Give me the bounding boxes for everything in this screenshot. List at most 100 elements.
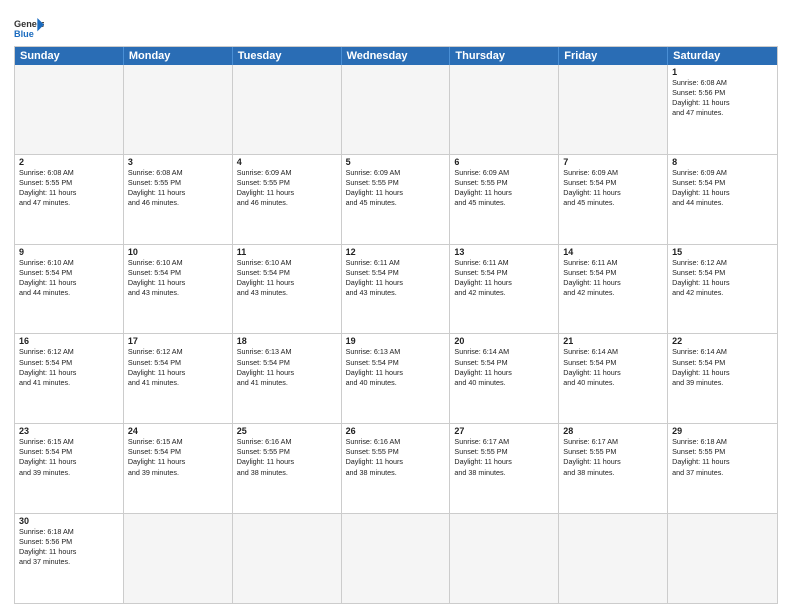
day-info: Sunrise: 6:18 AM Sunset: 5:56 PM Dayligh… [19,527,119,567]
calendar-cell: 22Sunrise: 6:14 AM Sunset: 5:54 PM Dayli… [668,334,777,423]
calendar-cell [233,514,342,603]
calendar-cell [450,514,559,603]
day-info: Sunrise: 6:10 AM Sunset: 5:54 PM Dayligh… [19,258,119,298]
day-info: Sunrise: 6:11 AM Sunset: 5:54 PM Dayligh… [346,258,446,298]
calendar-cell: 16Sunrise: 6:12 AM Sunset: 5:54 PM Dayli… [15,334,124,423]
calendar-cell: 29Sunrise: 6:18 AM Sunset: 5:55 PM Dayli… [668,424,777,513]
calendar-cell: 11Sunrise: 6:10 AM Sunset: 5:54 PM Dayli… [233,245,342,334]
day-info: Sunrise: 6:14 AM Sunset: 5:54 PM Dayligh… [454,347,554,387]
calendar-cell [559,65,668,154]
day-number: 18 [237,336,337,346]
calendar-cell: 28Sunrise: 6:17 AM Sunset: 5:55 PM Dayli… [559,424,668,513]
calendar-row-4: 23 Sunrise: 6:15 AM Sunset: 5:54 PM Dayli… [15,424,777,514]
day-number: 22 [672,336,773,346]
calendar-cell: 21Sunrise: 6:14 AM Sunset: 5:54 PM Dayli… [559,334,668,423]
day-info: Sunrise: 6:17 AM Sunset: 5:55 PM Dayligh… [563,437,663,477]
calendar-header-row: SundayMondayTuesdayWednesdayThursdayFrid… [15,47,777,65]
calendar-cell: 9Sunrise: 6:10 AM Sunset: 5:54 PM Daylig… [15,245,124,334]
day-number: 25 [237,426,337,436]
logo: General Blue [14,16,44,40]
calendar-cell: 25Sunrise: 6:16 AM Sunset: 5:55 PM Dayli… [233,424,342,513]
day-info: Sunrise: 6:09 AM Sunset: 5:55 PM Dayligh… [237,168,337,208]
calendar-cell [15,65,124,154]
calendar-row-0: 1Sunrise: 6:08 AM Sunset: 5:56 PM Daylig… [15,65,777,155]
day-info: Sunrise: 6:09 AM Sunset: 5:54 PM Dayligh… [563,168,663,208]
day-number: 4 [237,157,337,167]
day-number: 21 [563,336,663,346]
day-info: Sunrise: 6:16 AM Sunset: 5:55 PM Dayligh… [237,437,337,477]
calendar-cell: 6Sunrise: 6:09 AM Sunset: 5:55 PM Daylig… [450,155,559,244]
day-number: 12 [346,247,446,257]
day-info: Sunrise: 6:18 AM Sunset: 5:55 PM Dayligh… [672,437,773,477]
calendar-cell: 4Sunrise: 6:09 AM Sunset: 5:55 PM Daylig… [233,155,342,244]
svg-text:Blue: Blue [14,29,34,39]
day-info: Sunrise: 6:17 AM Sunset: 5:55 PM Dayligh… [454,437,554,477]
day-number: 13 [454,247,554,257]
day-number: 27 [454,426,554,436]
day-number: 15 [672,247,773,257]
day-info: Sunrise: 6:09 AM Sunset: 5:55 PM Dayligh… [454,168,554,208]
calendar-cell: 27Sunrise: 6:17 AM Sunset: 5:55 PM Dayli… [450,424,559,513]
calendar-cell: 3Sunrise: 6:08 AM Sunset: 5:55 PM Daylig… [124,155,233,244]
day-info: Sunrise: 6:08 AM Sunset: 5:55 PM Dayligh… [19,168,119,208]
day-info: Sunrise: 6:12 AM Sunset: 5:54 PM Dayligh… [19,347,119,387]
day-number: 1 [672,67,773,77]
header-cell-tuesday: Tuesday [233,47,342,65]
day-info: Sunrise: 6:10 AM Sunset: 5:54 PM Dayligh… [128,258,228,298]
calendar-cell: 24Sunrise: 6:15 AM Sunset: 5:54 PM Dayli… [124,424,233,513]
page: General Blue SundayMondayTuesdayWednesda… [0,0,792,612]
day-number: 8 [672,157,773,167]
header-cell-saturday: Saturday [668,47,777,65]
header-cell-friday: Friday [559,47,668,65]
calendar-cell: 5Sunrise: 6:09 AM Sunset: 5:55 PM Daylig… [342,155,451,244]
header-cell-wednesday: Wednesday [342,47,451,65]
calendar-row-5: 30Sunrise: 6:18 AM Sunset: 5:56 PM Dayli… [15,514,777,603]
header-cell-monday: Monday [124,47,233,65]
calendar-cell: 8Sunrise: 6:09 AM Sunset: 5:54 PM Daylig… [668,155,777,244]
header-cell-thursday: Thursday [450,47,559,65]
day-info: Sunrise: 6:13 AM Sunset: 5:54 PM Dayligh… [237,347,337,387]
calendar-cell: 13Sunrise: 6:11 AM Sunset: 5:54 PM Dayli… [450,245,559,334]
calendar-cell: 15Sunrise: 6:12 AM Sunset: 5:54 PM Dayli… [668,245,777,334]
calendar-cell [233,65,342,154]
day-info: Sunrise: 6:12 AM Sunset: 5:54 PM Dayligh… [672,258,773,298]
day-info: Sunrise: 6:13 AM Sunset: 5:54 PM Dayligh… [346,347,446,387]
calendar-cell: 1Sunrise: 6:08 AM Sunset: 5:56 PM Daylig… [668,65,777,154]
day-number: 9 [19,247,119,257]
day-number: 11 [237,247,337,257]
calendar-cell [342,514,451,603]
calendar-cell [559,514,668,603]
day-number: 7 [563,157,663,167]
calendar-cell: 2Sunrise: 6:08 AM Sunset: 5:55 PM Daylig… [15,155,124,244]
day-info: Sunrise: 6:08 AM Sunset: 5:55 PM Dayligh… [128,168,228,208]
day-number: 30 [19,516,119,526]
day-number: 26 [346,426,446,436]
calendar-cell [124,514,233,603]
day-info: Sunrise: 6:08 AM Sunset: 5:56 PM Dayligh… [672,78,773,118]
day-info: Sunrise: 6:12 AM Sunset: 5:54 PM Dayligh… [128,347,228,387]
day-number: 2 [19,157,119,167]
day-number: 6 [454,157,554,167]
logo-icon: General Blue [14,16,44,40]
calendar-cell: 30Sunrise: 6:18 AM Sunset: 5:56 PM Dayli… [15,514,124,603]
calendar-cell: 18Sunrise: 6:13 AM Sunset: 5:54 PM Dayli… [233,334,342,423]
calendar-cell [342,65,451,154]
day-info: Sunrise: 6:15 AM Sunset: 5:54 PM Dayligh… [128,437,228,477]
calendar-cell: 20Sunrise: 6:14 AM Sunset: 5:54 PM Dayli… [450,334,559,423]
day-number: 19 [346,336,446,346]
calendar-row-2: 9Sunrise: 6:10 AM Sunset: 5:54 PM Daylig… [15,245,777,335]
calendar-cell: 10Sunrise: 6:10 AM Sunset: 5:54 PM Dayli… [124,245,233,334]
day-info: Sunrise: 6:11 AM Sunset: 5:54 PM Dayligh… [563,258,663,298]
calendar-cell: 26Sunrise: 6:16 AM Sunset: 5:55 PM Dayli… [342,424,451,513]
day-number: 17 [128,336,228,346]
header-cell-sunday: Sunday [15,47,124,65]
day-number: 23 [19,426,119,436]
day-info: Sunrise: 6:09 AM Sunset: 5:55 PM Dayligh… [346,168,446,208]
day-info: Sunrise: 6:11 AM Sunset: 5:54 PM Dayligh… [454,258,554,298]
calendar-row-1: 2Sunrise: 6:08 AM Sunset: 5:55 PM Daylig… [15,155,777,245]
calendar-body: 1Sunrise: 6:08 AM Sunset: 5:56 PM Daylig… [15,65,777,603]
calendar-cell: 17Sunrise: 6:12 AM Sunset: 5:54 PM Dayli… [124,334,233,423]
day-info: Sunrise: 6:14 AM Sunset: 5:54 PM Dayligh… [563,347,663,387]
calendar-cell: 23Sunrise: 6:15 AM Sunset: 5:54 PM Dayli… [15,424,124,513]
day-number: 16 [19,336,119,346]
